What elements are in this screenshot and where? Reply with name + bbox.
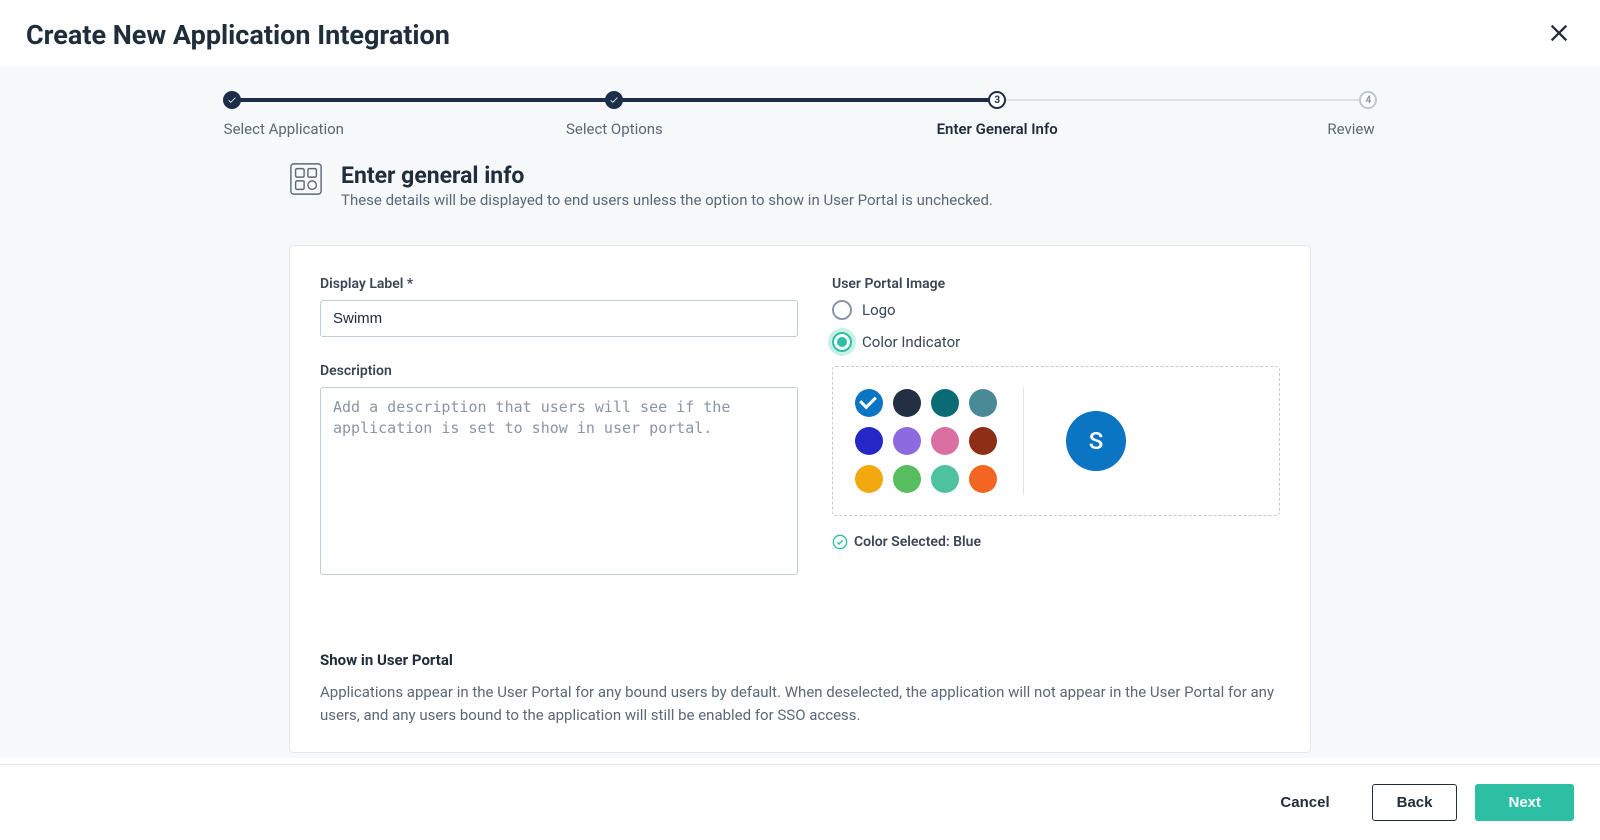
step-node-3[interactable]: 3 bbox=[988, 91, 1006, 109]
step-label-2: Select Options bbox=[566, 120, 663, 138]
radio-logo[interactable]: Logo bbox=[832, 300, 1280, 320]
color-swatch-indigo[interactable] bbox=[855, 427, 883, 455]
show-in-user-portal-section: Show in User Portal Applications appear … bbox=[320, 651, 1280, 726]
user-portal-image-label: User Portal Image bbox=[832, 276, 1280, 292]
radio-logo-label: Logo bbox=[862, 301, 896, 319]
show-in-portal-heading: Show in User Portal bbox=[320, 651, 1280, 669]
step-node-1[interactable] bbox=[223, 91, 241, 109]
step-label-4: Review bbox=[1327, 120, 1374, 138]
color-swatch-mint[interactable] bbox=[931, 465, 959, 493]
display-label-label: Display Label * bbox=[320, 276, 798, 292]
color-picker-panel: S bbox=[832, 366, 1280, 516]
description-label: Description bbox=[320, 363, 798, 379]
color-swatch-purple[interactable] bbox=[893, 427, 921, 455]
color-swatch-maroon[interactable] bbox=[969, 427, 997, 455]
step-label-3: Enter General Info bbox=[937, 120, 1058, 138]
page-title: Create New Application Integration bbox=[26, 19, 450, 51]
radio-circle-checked-icon bbox=[832, 332, 852, 352]
description-textarea[interactable] bbox=[320, 387, 798, 575]
close-icon[interactable] bbox=[1544, 18, 1574, 52]
radio-color-indicator[interactable]: Color Indicator bbox=[832, 332, 1280, 352]
color-selected-text: Color Selected: Blue bbox=[854, 534, 981, 550]
section-subtitle: These details will be displayed to end u… bbox=[341, 191, 993, 209]
color-swatch-blue[interactable] bbox=[855, 389, 883, 417]
step-node-4: 4 bbox=[1359, 91, 1377, 109]
section-heading: Enter general info bbox=[341, 162, 993, 189]
radio-circle-unchecked-icon bbox=[832, 300, 852, 320]
footer-bar: Cancel Back Next bbox=[0, 764, 1600, 840]
vertical-divider bbox=[1023, 387, 1024, 495]
radio-color-label: Color Indicator bbox=[862, 333, 960, 351]
check-circle-icon bbox=[832, 534, 848, 550]
color-swatch-teal[interactable] bbox=[931, 389, 959, 417]
stepper: 3 4 Select Application Select Options En… bbox=[220, 66, 1380, 148]
color-swatch-amber[interactable] bbox=[855, 465, 883, 493]
cancel-button[interactable]: Cancel bbox=[1256, 785, 1353, 820]
color-swatch-pink[interactable] bbox=[931, 427, 959, 455]
step-label-1: Select Application bbox=[224, 120, 344, 138]
app-grid-icon bbox=[289, 162, 323, 200]
back-button[interactable]: Back bbox=[1372, 784, 1458, 821]
color-swatch-orange[interactable] bbox=[969, 465, 997, 493]
step-node-2[interactable] bbox=[605, 91, 623, 109]
show-in-portal-body: Applications appear in the User Portal f… bbox=[320, 681, 1280, 726]
next-button[interactable]: Next bbox=[1475, 784, 1574, 821]
color-swatch-navy[interactable] bbox=[893, 389, 921, 417]
color-swatch-green[interactable] bbox=[893, 465, 921, 493]
color-swatch-slate[interactable] bbox=[969, 389, 997, 417]
display-label-input[interactable] bbox=[320, 300, 798, 337]
color-preview-bubble: S bbox=[1066, 411, 1126, 471]
